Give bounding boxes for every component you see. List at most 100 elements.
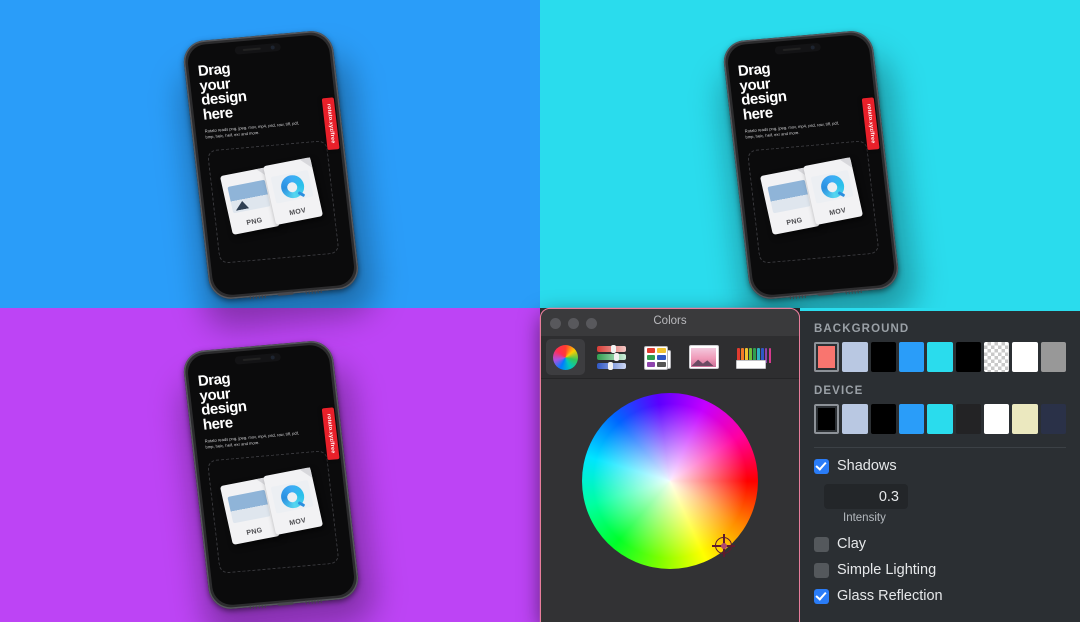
phone-screen: Drag your design here Rotato reads png, jpe…: [725, 33, 897, 297]
device-swatch-white[interactable]: [983, 404, 1010, 434]
supported-formats-text: Rotato reads png, jpeg, mov, mp4, psd, r…: [204, 430, 300, 450]
phone-body: Drag your design here Rotato reads png, jpe…: [721, 29, 901, 301]
colors-window-titlebar[interactable]: Colors: [541, 309, 799, 336]
swatch-transparent[interactable]: [983, 342, 1010, 372]
swatch-black-2[interactable]: [955, 342, 981, 372]
mov-file-label: MOV: [828, 207, 847, 218]
page-fold: [299, 467, 312, 480]
swatch-blue[interactable]: [898, 342, 925, 372]
simple-lighting-option[interactable]: Simple Lighting: [814, 562, 1066, 578]
color-sliders-icon[interactable]: [592, 339, 631, 375]
simple-lighting-checkbox[interactable]: [814, 562, 829, 578]
swatch-cyan[interactable]: [927, 342, 953, 372]
phone-body: Drag your design here Rotato reads png, jpe…: [181, 339, 361, 611]
speaker-grille-left: [249, 603, 266, 609]
phone-mockup-bottom-left[interactable]: Drag your design here Rotato reads png, jpe…: [178, 339, 378, 622]
quicktime-icon: [818, 173, 846, 201]
glass-reflection-checkbox[interactable]: [814, 588, 829, 604]
file-icon-group: PNG MOV: [219, 464, 339, 563]
speaker-grille-right: [305, 288, 323, 294]
earpiece-speaker-icon: [782, 47, 801, 52]
device-swatch-navy[interactable]: [1040, 404, 1066, 434]
swatch-black[interactable]: [870, 342, 896, 372]
earpiece-speaker-icon: [242, 357, 261, 362]
phone-body: Drag your design here Rotato reads png, jpe…: [181, 29, 361, 301]
png-file-label: PNG: [245, 527, 264, 537]
phone-device: Drag your design here Rotato reads png, jpe…: [721, 29, 901, 301]
colors-toolbar: [541, 336, 799, 379]
speaker-grille-right: [305, 598, 323, 604]
simple-lighting-label: Simple Lighting: [837, 562, 937, 578]
drag-design-heading: Drag your design here: [197, 56, 308, 123]
front-camera-icon: [270, 355, 275, 360]
speaker-grille-left: [249, 293, 266, 299]
color-picker-crosshair[interactable]: [712, 534, 735, 557]
drag-design-heading: Drag your design here: [197, 366, 308, 433]
phone-mockup-top-left[interactable]: Drag your design here Rotato reads png, jpe…: [178, 29, 378, 332]
color-palettes-icon[interactable]: [638, 339, 677, 375]
color-wheel-area[interactable]: Opacity: [541, 379, 799, 585]
quicktime-thumbnail: [270, 169, 314, 204]
clay-option[interactable]: Clay: [814, 536, 1066, 552]
device-section-heading: DEVICE: [814, 385, 864, 397]
phone-notch: [234, 42, 282, 55]
phone-screen: Drag your design here Rotato reads png, jpe…: [185, 33, 357, 297]
speaker-grille-right: [845, 288, 863, 294]
heading-line: here: [201, 413, 234, 434]
clay-label: Clay: [837, 536, 867, 552]
device-swatch-cyan[interactable]: [927, 404, 953, 434]
panel-divider: [814, 447, 1066, 448]
clay-checkbox[interactable]: [814, 536, 829, 552]
phone-screen: Drag your design here Rotato reads png, jpe…: [185, 343, 357, 607]
app-window: Drag your design here Rotato reads png, jpe…: [0, 0, 1080, 622]
background-section-heading: BACKGROUND: [814, 323, 910, 335]
color-wheel-icon[interactable]: [546, 339, 585, 375]
quicktime-thumbnail: [810, 169, 854, 204]
png-file-label: PNG: [245, 217, 264, 227]
swatch-white[interactable]: [1012, 342, 1038, 372]
image-thumbnail: [767, 179, 811, 214]
swatch-light-blue-gray[interactable]: [842, 342, 868, 372]
glass-reflection-option[interactable]: Glass Reflection: [814, 588, 1066, 604]
mov-file-label: MOV: [288, 517, 307, 528]
shadows-checkbox[interactable]: [814, 458, 829, 474]
lightning-port-icon: [277, 601, 294, 607]
phone-device: Drag your design here Rotato reads png, jpe…: [181, 29, 361, 301]
device-swatch-charcoal[interactable]: [955, 404, 981, 434]
shadows-option[interactable]: Shadows: [814, 458, 1066, 474]
png-file-label: PNG: [785, 217, 804, 227]
device-swatch-black[interactable]: [814, 404, 840, 434]
image-thumbnail: [227, 489, 271, 524]
colors-window-title: Colors: [653, 315, 687, 327]
drag-design-heading: Drag your design here: [737, 56, 848, 123]
pencils-icon[interactable]: [730, 339, 772, 375]
glass-reflection-label: Glass Reflection: [837, 588, 943, 604]
lightning-port-icon: [817, 291, 834, 297]
intensity-caption: Intensity: [843, 512, 886, 524]
front-camera-icon: [270, 45, 275, 50]
phone-mockup-top-right[interactable]: Drag your design here Rotato reads png, jpe…: [718, 29, 918, 332]
settings-panel: BACKGROUND DEVICE Shadows 0.3 Intensity …: [800, 308, 1080, 622]
mov-file-label: MOV: [288, 207, 307, 218]
image-palettes-icon[interactable]: [684, 339, 723, 375]
device-swatch-light-blue-gray[interactable]: [842, 404, 868, 434]
device-swatch-cream[interactable]: [1012, 404, 1038, 434]
device-swatch-blue[interactable]: [898, 404, 925, 434]
quicktime-icon: [278, 173, 306, 201]
intensity-input[interactable]: 0.3: [824, 484, 908, 509]
colors-window[interactable]: Colors: [541, 309, 799, 622]
image-thumbnail: [227, 179, 271, 214]
swatch-gray[interactable]: [1040, 342, 1066, 372]
swatch-salmon[interactable]: [814, 342, 840, 372]
background-swatch-row: [814, 342, 1066, 372]
supported-formats-text: Rotato reads png, jpeg, mov, mp4, psd, r…: [744, 120, 840, 140]
device-swatch-black-2[interactable]: [870, 404, 896, 434]
phone-notch: [234, 352, 282, 365]
earpiece-speaker-icon: [242, 47, 261, 52]
device-swatch-row: [814, 404, 1066, 434]
heading-line: here: [741, 103, 774, 124]
phone-device: Drag your design here Rotato reads png, jpe…: [181, 339, 361, 611]
lightning-port-icon: [277, 291, 294, 297]
page-fold: [839, 157, 852, 170]
phone-notch: [774, 42, 822, 55]
